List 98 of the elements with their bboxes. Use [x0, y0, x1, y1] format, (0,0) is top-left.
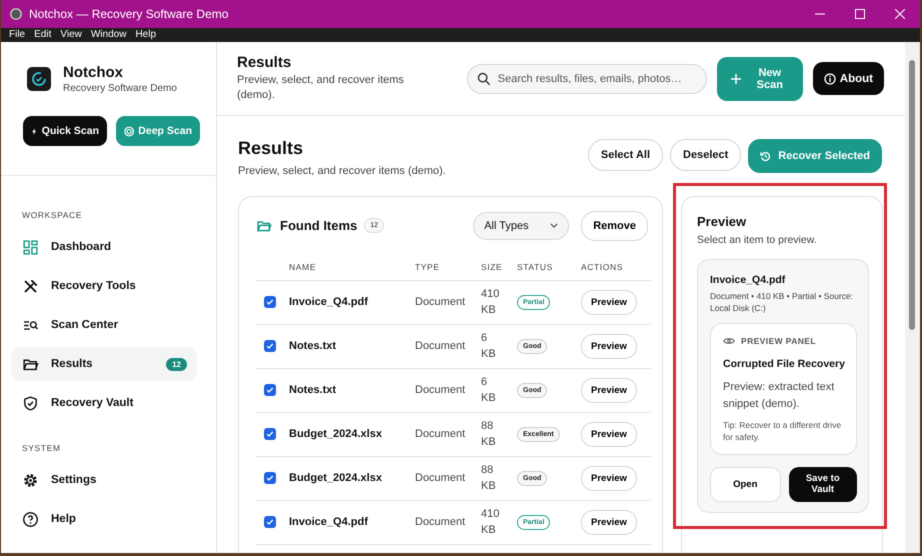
- file-size: 6 KB: [481, 374, 497, 406]
- checkbox[interactable]: [264, 516, 276, 528]
- menu-item[interactable]: Help: [135, 28, 156, 42]
- table-cell: Document: [415, 324, 481, 368]
- tools-icon: [22, 278, 39, 294]
- menu-item[interactable]: View: [60, 28, 82, 42]
- open-button[interactable]: Open: [710, 466, 780, 502]
- count-badge: 12: [166, 358, 187, 370]
- panel-title: Corrupted File Recovery: [723, 358, 846, 370]
- header-title: Results: [237, 54, 292, 72]
- section-heading: SYSTEM: [21, 442, 62, 455]
- eye-icon: [723, 336, 735, 345]
- close-icon[interactable]: [895, 9, 905, 19]
- file-name: Notes.txt: [289, 368, 415, 412]
- file-size: 6 KB: [481, 330, 497, 362]
- file-meta: Document • 410 KB • Partial • Source: Local Disk (C:): [710, 290, 854, 315]
- window-title: Notchox — Recovery Software Demo: [29, 7, 228, 21]
- card-title: Found Items: [280, 218, 358, 234]
- file-name: Notes.txt: [289, 324, 415, 368]
- settings-icon: [22, 472, 39, 488]
- checkbox[interactable]: [264, 472, 276, 484]
- file-name: Budget_2024.xlsx: [289, 456, 415, 500]
- card-title: Preview: [697, 214, 748, 229]
- file-name: Budget_2024.xlsx: [289, 412, 415, 456]
- preview-button[interactable]: Preview: [581, 510, 637, 535]
- table-cell: Document: [415, 412, 481, 456]
- about-button[interactable]: About: [812, 62, 884, 95]
- history-icon: [760, 150, 772, 162]
- section-heading: WORKSPACE: [21, 209, 84, 222]
- dashboard-icon: [22, 238, 39, 256]
- checkbox[interactable]: [264, 340, 276, 352]
- preview-button[interactable]: Preview: [581, 334, 637, 359]
- info-icon: [824, 72, 836, 84]
- toolbar-button[interactable]: Select All: [588, 139, 664, 171]
- type-dropdown[interactable]: All Types: [473, 212, 570, 240]
- tip-text: Tip: Recover to a different drive for safety.: [723, 420, 842, 444]
- check-icon: [266, 298, 274, 306]
- maximize-icon[interactable]: [855, 9, 865, 19]
- sidebar-item[interactable]: Recovery Vault: [11, 386, 197, 420]
- preview-button[interactable]: Preview: [581, 290, 637, 315]
- checkbox[interactable]: [264, 384, 276, 396]
- chevron-down-icon: [550, 223, 558, 228]
- table-cell: Document: [415, 456, 481, 500]
- search-field[interactable]: Search results, files, emails, photos…: [466, 64, 707, 94]
- sidebar-item[interactable]: Dashboard: [11, 230, 197, 264]
- plus-icon: [730, 74, 741, 84]
- checkbox[interactable]: [264, 428, 276, 440]
- sidebar-item[interactable]: Recovery Tools: [11, 269, 197, 303]
- help-icon: [22, 510, 39, 528]
- scrollbar[interactable]: [905, 42, 920, 553]
- column-header: NAME: [289, 254, 415, 280]
- check-icon: [266, 518, 274, 526]
- target-icon: [124, 126, 134, 136]
- save-to-vault-button[interactable]: Save to Vault: [788, 466, 857, 502]
- file-name: Invoice_Q4.pdf: [289, 280, 415, 324]
- panel-label: PREVIEW PANEL: [741, 336, 816, 346]
- brand-subtitle: Recovery Software Demo: [63, 83, 177, 94]
- sidebar-item[interactable]: Scan Center: [11, 308, 197, 342]
- column-header: STATUS: [517, 254, 581, 280]
- sidebar-item[interactable]: Results 12: [11, 347, 197, 381]
- file-size: 410 KB: [481, 506, 500, 538]
- preview-text: Preview: extracted text snippet (demo).: [723, 380, 836, 412]
- header-subtitle: Preview, select, and recover items (demo).: [237, 73, 405, 103]
- sidebar-item[interactable]: Help: [11, 502, 197, 536]
- file-size: 410 KB: [481, 286, 500, 318]
- file-size: 88 KB: [481, 418, 497, 450]
- column-header: SIZE: [481, 254, 517, 280]
- app-icon: [9, 7, 23, 21]
- page-subtitle: Preview, select, and recover items (demo).: [238, 164, 447, 179]
- column-header: TYPE: [415, 254, 481, 280]
- lightning-icon: [31, 126, 38, 136]
- shield-icon: [22, 394, 39, 412]
- remove-button[interactable]: Remove: [581, 210, 648, 241]
- check-icon: [266, 342, 274, 350]
- page-title: Results: [238, 138, 304, 159]
- menu-item[interactable]: File: [9, 28, 26, 42]
- check-icon: [266, 430, 274, 438]
- file-name: Invoice_Q4.pdf: [289, 500, 415, 544]
- sidebar-item[interactable]: Settings: [11, 463, 197, 497]
- preview-button[interactable]: Preview: [581, 422, 637, 447]
- file-size: 88 KB: [481, 462, 497, 494]
- menu-item[interactable]: Window: [90, 28, 126, 42]
- table-cell: Document: [415, 280, 481, 324]
- brand-name: Notchox: [63, 64, 124, 81]
- file-name: Invoice_Q4.pdf: [710, 274, 786, 286]
- preview-button[interactable]: Preview: [581, 378, 637, 403]
- menu-item[interactable]: Edit: [34, 28, 52, 42]
- column-header: ACTIONS: [581, 254, 651, 280]
- toolbar-button[interactable]: Deselect: [670, 139, 742, 171]
- table-cell: Document: [415, 368, 481, 412]
- check-ring-icon: [31, 71, 47, 87]
- check-icon: [266, 474, 274, 482]
- preview-button[interactable]: Preview: [581, 466, 637, 491]
- check-icon: [266, 386, 274, 394]
- quick-scan-button[interactable]: Quick Scan: [23, 116, 107, 146]
- preview-hint: Select an item to preview.: [697, 234, 818, 246]
- table-cell: Document: [415, 500, 481, 544]
- checkbox[interactable]: [264, 296, 276, 308]
